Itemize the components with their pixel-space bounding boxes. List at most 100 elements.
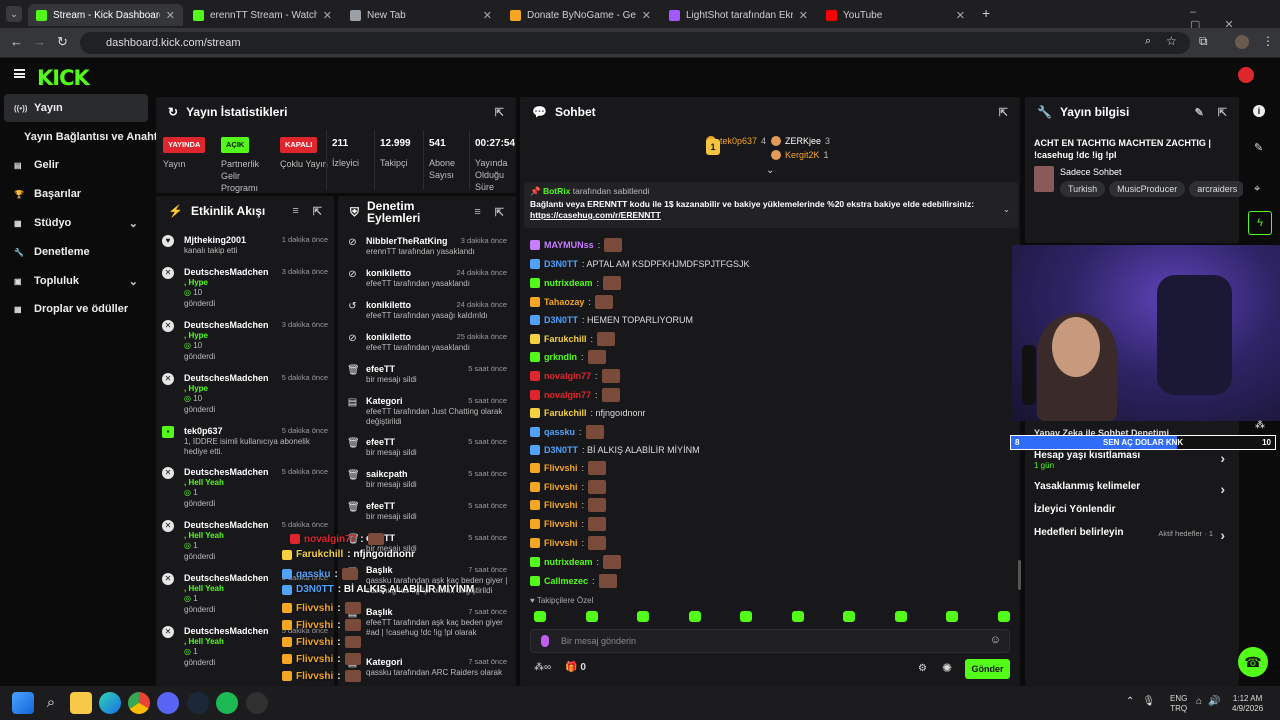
spotify-icon[interactable] — [216, 692, 238, 714]
new-tab-button[interactable]: + — [982, 5, 990, 21]
quick-emote[interactable] — [637, 611, 649, 622]
discord-icon[interactable] — [157, 692, 179, 714]
kick-logo[interactable]: KICK — [37, 66, 90, 90]
tab-search-button[interactable]: ⌄ — [6, 6, 22, 22]
sidebar-item[interactable]: 🔧 Denetleme — [4, 238, 148, 266]
chat-username[interactable]: novalgin77 — [544, 390, 591, 400]
chevron-down-icon[interactable]: ⌄ — [129, 217, 138, 230]
browser-tab[interactable]: LightShot tarafından Ekran Gör ✕ — [661, 4, 816, 26]
support-chat-icon[interactable]: ☎ — [1238, 647, 1268, 677]
browser-tab[interactable]: Stream - Kick Dashboard ✕ — [28, 4, 183, 26]
tab-close-icon[interactable]: ✕ — [483, 9, 492, 22]
chat-message[interactable]: novalgin77: — [530, 387, 620, 403]
input-language[interactable]: ENG TRQ — [1170, 694, 1187, 714]
chat-message[interactable]: D3N0TT: Bİ ALKIŞ ALABİLİR MİYİNM — [530, 442, 700, 458]
pinned-link[interactable]: https://casehug.com/r/ERENNTT — [530, 210, 1010, 221]
reload-icon[interactable]: ↻ — [57, 34, 68, 50]
tray-icons[interactable]: ⌃🎙 — [1126, 696, 1163, 707]
stream-tag[interactable]: Turkish — [1060, 181, 1106, 197]
pencil-icon[interactable]: ✎ — [1254, 141, 1263, 154]
focus-icon[interactable]: ⌖ — [1254, 183, 1260, 196]
chat-username[interactable]: Callmezec — [544, 576, 588, 586]
chat-username[interactable]: Farukchill — [544, 408, 587, 418]
chat-username[interactable]: Tahaozay — [544, 297, 584, 307]
chat-username[interactable]: D3N0TT — [544, 445, 578, 455]
chat-username[interactable]: MAYMUNss — [544, 240, 594, 250]
leaderboard-entry[interactable]: Kergit2K 1 — [771, 150, 829, 160]
chat-message[interactable]: MAYMUNss: — [530, 237, 623, 253]
stream-tag[interactable]: arcraiders — [1189, 181, 1246, 197]
edit-icon[interactable]: ✎ — [1195, 106, 1204, 119]
windows-start-icon[interactable] — [12, 692, 34, 714]
settings-row[interactable]: İzleyici Yönlendir — [1034, 504, 1229, 515]
chat-message[interactable]: Flivvshi: — [530, 535, 607, 551]
chat-message[interactable]: D3N0TT: HEMEN TOPARLIYORUM — [530, 312, 693, 328]
tab-close-icon[interactable]: ✕ — [166, 9, 175, 22]
tab-close-icon[interactable]: ✕ — [956, 9, 965, 22]
gift-icon[interactable]: 🎁 0 — [565, 662, 586, 673]
quick-emote[interactable] — [791, 611, 804, 622]
quick-emote[interactable] — [534, 611, 546, 622]
quick-emote[interactable] — [997, 611, 1010, 622]
tab-close-icon[interactable]: ✕ — [642, 9, 651, 22]
chat-message[interactable]: D3N0TT: APTAL AM KSDPFKHJMDFSPJTFGSJK — [530, 256, 750, 272]
zoom-icon[interactable]: ⌕ — [1145, 35, 1151, 48]
filter-icon[interactable]: ≡ — [292, 205, 298, 218]
quick-emote[interactable] — [946, 611, 958, 622]
search-icon[interactable]: ⌕ — [40, 692, 62, 714]
settings-row[interactable]: Yasaklanmış kelimeler › — [1034, 481, 1229, 497]
sidebar-item[interactable]: ▦ Stüdyo ⌄ — [4, 209, 148, 237]
chevron-right-icon[interactable]: › — [1220, 450, 1225, 466]
chat-username[interactable]: nutrixdeam — [544, 278, 593, 288]
chat-message[interactable]: Farukchill: nfjngoıdnonr — [530, 405, 646, 421]
tab-close-icon[interactable]: ✕ — [799, 9, 808, 22]
lightning-icon[interactable]: ϟ — [1248, 211, 1272, 235]
network-volume-icons[interactable]: ⌂🔊 — [1196, 696, 1227, 707]
chat-username[interactable]: Flivvshi — [544, 519, 578, 529]
chat-username[interactable]: nutrixdeam — [544, 557, 593, 567]
quick-emote[interactable] — [740, 611, 752, 622]
quick-emote[interactable] — [585, 611, 598, 622]
chevron-down-icon[interactable]: ⌄ — [1003, 204, 1010, 215]
chat-username[interactable]: D3N0TT — [544, 315, 578, 325]
file-explorer-icon[interactable] — [70, 692, 92, 714]
chat-message[interactable]: Flivvshi: — [530, 516, 607, 532]
chat-scrollbar[interactable] — [1018, 560, 1021, 590]
emote-picker-icon[interactable]: ✺ — [942, 661, 952, 675]
info-icon[interactable]: i — [1253, 105, 1265, 117]
chevron-right-icon[interactable]: › — [1220, 481, 1225, 497]
chat-message[interactable]: Flivvshi: — [530, 497, 607, 513]
popout-icon[interactable]: ⇱ — [495, 106, 504, 119]
steam-icon[interactable] — [187, 692, 209, 714]
bookmark-star-icon[interactable]: ☆ — [1166, 34, 1177, 48]
clock[interactable]: 1:12 AM 4/9/2026 — [1232, 694, 1263, 714]
chevron-down-icon[interactable]: ⌄ — [129, 275, 138, 288]
chat-message[interactable]: Flivvshi: — [530, 460, 607, 476]
back-icon[interactable]: ← — [10, 34, 23, 49]
chat-message[interactable]: Tahaozay: — [530, 294, 613, 310]
url-text[interactable]: dashboard.kick.com/stream — [106, 37, 241, 49]
edge-icon[interactable] — [99, 692, 121, 714]
browser-menu-icon[interactable]: ⋮ — [1262, 34, 1274, 48]
sidebar-item[interactable]: 🏆 Başarılar — [4, 180, 148, 208]
chat-username[interactable]: Flivvshi — [544, 482, 578, 492]
sidebar-item[interactable]: ▦ Droplar ve ödüller — [4, 295, 148, 323]
filter-icon[interactable]: ≡ — [474, 206, 480, 219]
chat-username[interactable]: novalgin77 — [544, 371, 591, 381]
quick-emote[interactable] — [843, 611, 855, 622]
popout-icon[interactable]: ⇱ — [1218, 106, 1227, 119]
browser-tab[interactable]: YouTube ✕ — [818, 4, 973, 26]
browser-tab[interactable]: New Tab ✕ — [342, 4, 500, 26]
forward-icon[interactable]: → — [33, 34, 46, 49]
popout-icon[interactable]: ⇱ — [313, 205, 322, 218]
chat-username[interactable]: Farukchill — [544, 334, 587, 344]
chat-message[interactable]: nutrixdeam: — [530, 554, 622, 570]
sidebar-item[interactable]: ▣ Topluluk ⌄ — [4, 267, 148, 295]
chat-message[interactable]: Farukchill: — [530, 331, 616, 347]
chat-message[interactable]: novalgin77: — [530, 368, 620, 384]
chat-message[interactable]: grkndln: — [530, 349, 606, 365]
hamburger-menu-icon[interactable] — [14, 69, 25, 78]
chat-username[interactable]: Flivvshi — [544, 463, 578, 473]
user-avatar[interactable] — [1238, 67, 1254, 83]
popout-icon[interactable]: ⇱ — [495, 206, 504, 219]
